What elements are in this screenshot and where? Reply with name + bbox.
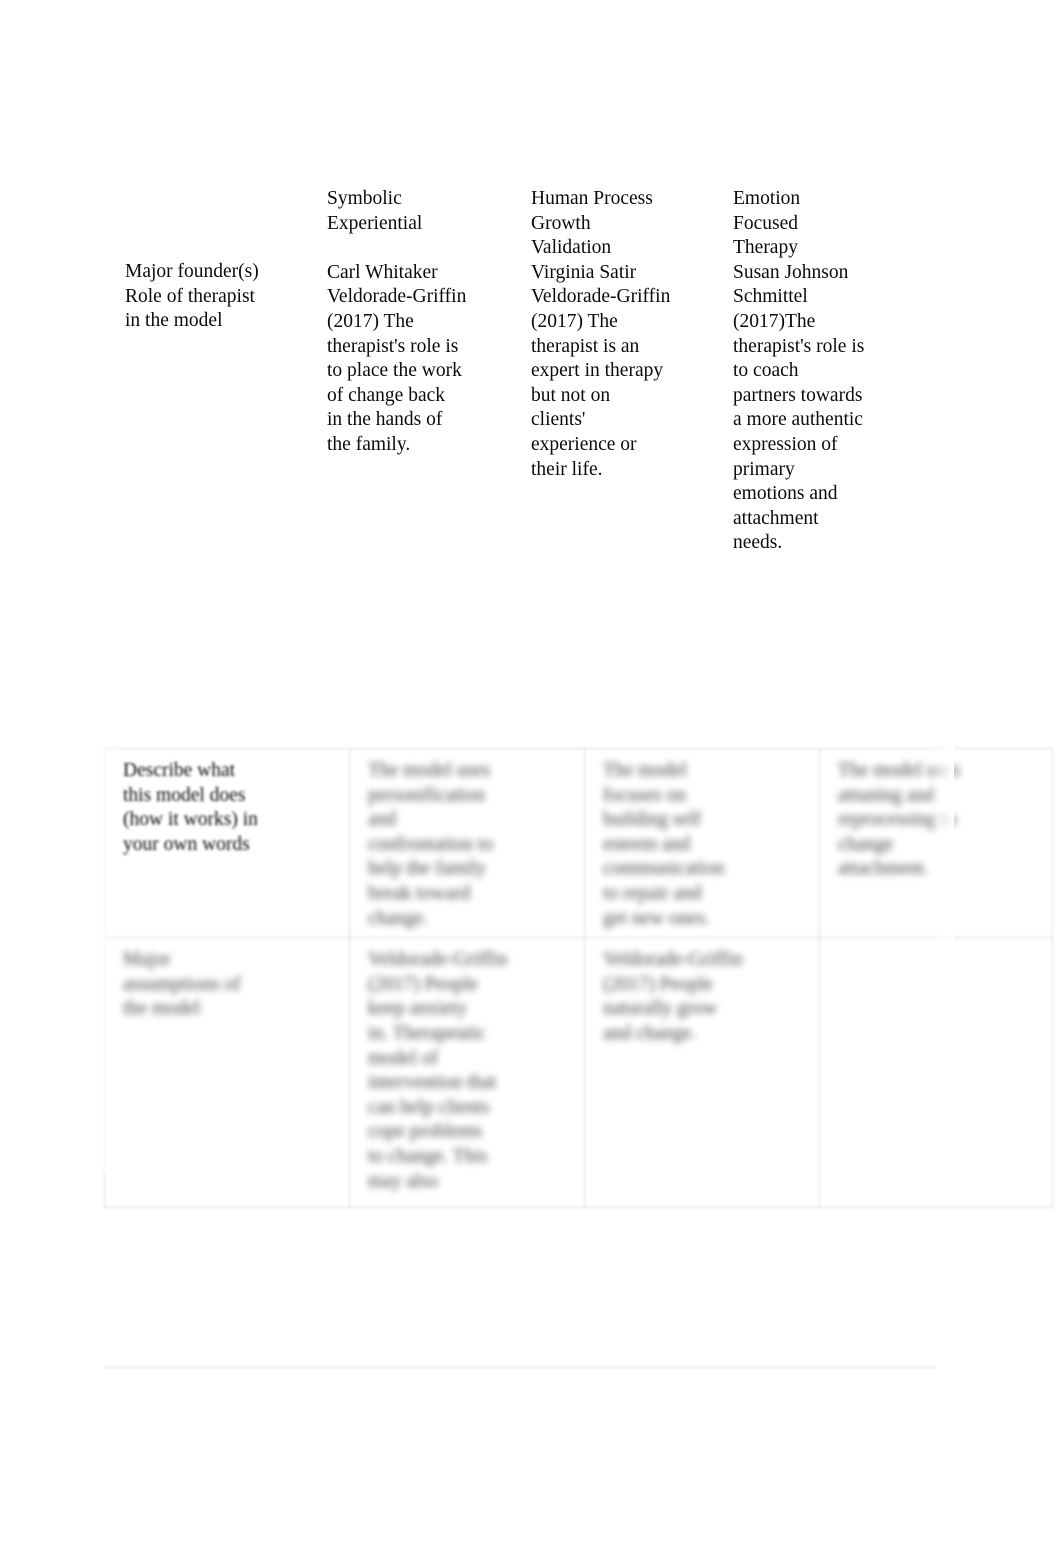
comparison-column-emotion-focused: Emotion Focused Therapy Susan Johnson Sc… <box>733 187 893 556</box>
column-body-human-process: Virginia Satir Veldorade-Griffin (2017) … <box>531 261 671 480</box>
table-row: Describe what this model does (how it wo… <box>104 747 1053 939</box>
document-page: Major founder(s) Role of therapist in th… <box>0 0 1062 1561</box>
comparison-block: Major founder(s) Role of therapist in th… <box>0 0 1062 740</box>
column-heading-emotion-focused: Emotion Focused Therapy <box>733 188 801 259</box>
table-cell-assumptions-emotion-focused <box>819 937 1053 1209</box>
column-heading-symbolic-experiential: Symbolic Experiential <box>327 188 423 234</box>
footer-separator-rule <box>104 1367 936 1368</box>
column-body-symbolic-experiential: Carl Whitaker Veldorade-Griffin (2017) T… <box>327 261 467 455</box>
model-comparison-table: Describe what this model does (how it wo… <box>104 747 1053 1209</box>
table-cell-describe-symbolic-experiential: The model uses personification and confr… <box>349 747 585 939</box>
comparison-column-human-process: Human Process Growth Validation Virginia… <box>531 187 703 482</box>
table-cell-assumptions-human-process: Veldorade-Griffin (2017) People naturall… <box>584 937 820 1209</box>
column-body-emotion-focused: Susan Johnson Schmittel (2017)The therap… <box>733 261 865 554</box>
table-cell-describe-emotion-focused: The model uses attuning and reprocessing… <box>819 747 1053 939</box>
table-row-label-describe-model: Describe what this model does (how it wo… <box>104 747 350 939</box>
table-cell-describe-human-process: The model focuses on building self estee… <box>584 747 820 939</box>
comparison-column-symbolic-experiential: Symbolic Experiential Carl Whitaker Veld… <box>327 187 499 458</box>
table-row: Major assumptions of the model Veldorade… <box>104 937 1053 1209</box>
table-row-label-major-assumptions: Major assumptions of the model <box>104 937 350 1209</box>
column-heading-human-process: Human Process Growth Validation <box>531 188 653 259</box>
comparison-row-label: Major founder(s) Role of therapist in th… <box>125 261 259 332</box>
model-comparison-table-region: Describe what this model does (how it wo… <box>104 747 1053 1209</box>
table-cell-assumptions-symbolic-experiential: Veldorade-Griffin (2017) People keep anx… <box>349 937 585 1209</box>
